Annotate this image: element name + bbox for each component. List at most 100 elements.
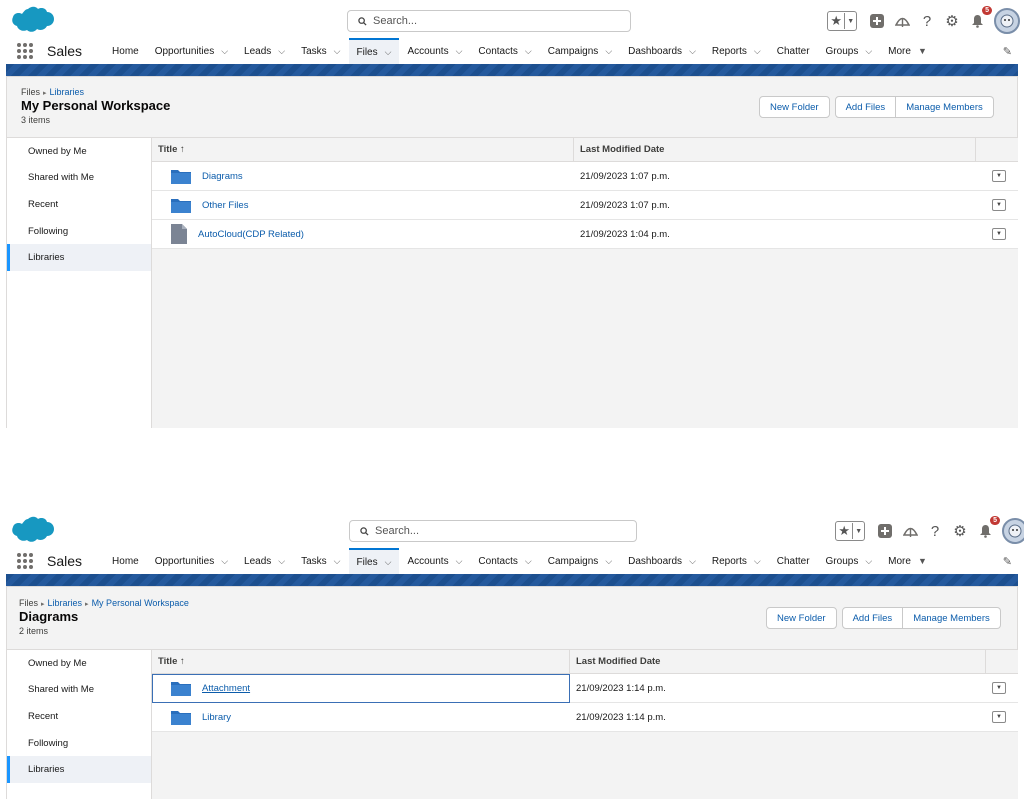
breadcrumb-my-personal-workspace[interactable]: My Personal Workspace: [92, 598, 189, 608]
last-modified-date: 21/09/2023 1:14 p.m.: [576, 711, 666, 723]
favorites-button[interactable]: ★ ▼: [835, 521, 865, 541]
app-launcher-icon[interactable]: [15, 551, 35, 571]
file-link[interactable]: Diagrams: [202, 171, 243, 182]
table-row[interactable]: Library 21/09/2023 1:14 p.m. ▼: [152, 703, 1018, 732]
favorites-button[interactable]: ★ ▼: [827, 11, 857, 31]
decorative-banner: [6, 64, 1018, 76]
table-row[interactable]: Diagrams 21/09/2023 1:07 p.m. ▼: [152, 162, 1018, 191]
notifications-bell-icon[interactable]: 5: [966, 6, 992, 32]
sidebar-item-recent[interactable]: Recent: [7, 703, 151, 730]
nav-item-campaigns[interactable]: Campaigns ⌵: [540, 548, 620, 574]
nav-item-tasks[interactable]: Tasks ⌵: [293, 548, 348, 574]
sidebar-item-following[interactable]: Following: [7, 218, 151, 245]
folder-icon: [171, 198, 191, 213]
global-search-input[interactable]: Search...: [347, 10, 631, 32]
nav-item-more[interactable]: More ▼: [880, 38, 935, 64]
salesforce-logo-icon[interactable]: [10, 6, 54, 36]
sidebar-item-recent[interactable]: Recent: [7, 191, 151, 218]
help-icon[interactable]: ?: [924, 520, 946, 542]
nav-item-contacts[interactable]: Contacts ⌵: [470, 38, 539, 64]
sidebar-item-following[interactable]: Following: [7, 730, 151, 757]
nav-item-campaigns[interactable]: Campaigns ⌵: [540, 38, 620, 64]
avatar[interactable]: [1002, 518, 1024, 544]
sidebar-item-shared-with-me[interactable]: Shared with Me: [7, 165, 151, 192]
file-link[interactable]: Attachment: [202, 683, 250, 694]
notifications-bell-icon[interactable]: 5: [974, 516, 1000, 542]
nav-item-opportunities[interactable]: Opportunities ⌵: [147, 38, 236, 64]
nav-item-contacts[interactable]: Contacts ⌵: [470, 548, 539, 574]
nav-item-opportunities[interactable]: Opportunities ⌵: [147, 548, 236, 574]
manage-members-button[interactable]: Manage Members: [903, 607, 1001, 629]
new-folder-button[interactable]: New Folder: [759, 96, 830, 118]
sidebar-item-owned-by-me[interactable]: Owned by Me: [7, 650, 151, 677]
breadcrumb-files[interactable]: Files: [21, 87, 40, 97]
table-row[interactable]: Other Files 21/09/2023 1:07 p.m. ▼: [152, 191, 1018, 220]
nav-item-chatter[interactable]: Chatter: [769, 548, 818, 574]
nav-item-reports[interactable]: Reports ⌵: [704, 38, 769, 64]
nav-item-leads[interactable]: Leads ⌵: [236, 38, 293, 64]
add-files-button[interactable]: Add Files: [841, 607, 904, 629]
row-actions-dropdown-icon[interactable]: ▼: [992, 228, 1006, 240]
sidebar-item-libraries[interactable]: Libraries: [7, 756, 151, 783]
nav-item-files[interactable]: Files ⌵: [348, 548, 400, 574]
nav-item-accounts[interactable]: Accounts ⌵: [399, 548, 470, 574]
nav-item-home[interactable]: Home: [104, 38, 147, 64]
row-actions-dropdown-icon[interactable]: ▼: [992, 199, 1006, 211]
nav-item-dashboards[interactable]: Dashboards ⌵: [620, 38, 704, 64]
nav-item-chatter[interactable]: Chatter: [769, 38, 818, 64]
table-row[interactable]: AutoCloud(CDP Related) 21/09/2023 1:04 p…: [152, 220, 1018, 249]
table-header: Title ↑ Last Modified Date: [152, 138, 1018, 162]
trailhead-icon[interactable]: [891, 10, 913, 32]
sidebar-item-shared-with-me[interactable]: Shared with Me: [7, 677, 151, 704]
file-link[interactable]: AutoCloud(CDP Related): [198, 229, 304, 240]
nav-item-home[interactable]: Home: [104, 548, 147, 574]
header-actions: New Folder Add Files Manage Members: [766, 607, 1001, 629]
column-header-title[interactable]: Title ↑: [152, 650, 570, 673]
nav-item-tasks[interactable]: Tasks ⌵: [293, 38, 348, 64]
nav-item-groups[interactable]: Groups ⌵: [818, 548, 881, 574]
add-files-button[interactable]: Add Files: [834, 96, 897, 118]
global-create-icon[interactable]: [866, 10, 888, 32]
column-header-last-modified[interactable]: Last Modified Date: [574, 138, 976, 161]
row-actions-dropdown-icon[interactable]: ▼: [992, 170, 1006, 182]
nav-item-more[interactable]: More ▼: [880, 548, 935, 574]
global-search-input[interactable]: Search...: [349, 520, 637, 542]
file-link[interactable]: Library: [202, 712, 231, 723]
row-actions-dropdown-icon[interactable]: ▼: [992, 711, 1006, 723]
file-link[interactable]: Other Files: [202, 200, 248, 211]
nav-item-accounts[interactable]: Accounts ⌵: [399, 38, 470, 64]
nav-item-leads[interactable]: Leads ⌵: [236, 548, 293, 574]
gear-icon[interactable]: ⚙: [949, 520, 971, 542]
manage-members-button[interactable]: Manage Members: [896, 96, 994, 118]
breadcrumb-files[interactable]: Files: [19, 598, 38, 608]
gear-icon[interactable]: ⚙: [941, 10, 963, 32]
column-header-last-modified[interactable]: Last Modified Date: [570, 650, 986, 673]
avatar[interactable]: [994, 8, 1020, 34]
app-launcher-icon[interactable]: [15, 41, 35, 61]
sidebar-item-libraries[interactable]: Libraries: [7, 244, 151, 271]
nav-item-groups[interactable]: Groups ⌵: [818, 38, 881, 64]
screenshot-files-diagrams-folder: Search... ★ ▼ ? ⚙ 5 Sales Home Opportunit…: [0, 510, 1024, 799]
edit-nav-pencil-icon[interactable]: ✎: [1003, 45, 1012, 58]
nav-item-files[interactable]: Files ⌵: [348, 38, 400, 64]
column-header-title[interactable]: Title ↑: [152, 138, 574, 161]
breadcrumb: Files ▸ Libraries: [21, 87, 85, 97]
item-count: 3 items: [21, 115, 51, 125]
breadcrumb-libraries[interactable]: Libraries: [50, 87, 85, 97]
salesforce-logo-icon[interactable]: [10, 516, 54, 546]
row-actions-dropdown-icon[interactable]: ▼: [992, 682, 1006, 694]
edit-nav-pencil-icon[interactable]: ✎: [1003, 555, 1012, 568]
nav-item-reports[interactable]: Reports ⌵: [704, 548, 769, 574]
trailhead-icon[interactable]: [899, 520, 921, 542]
new-folder-button[interactable]: New Folder: [766, 607, 837, 629]
search-icon: [358, 16, 367, 26]
table-row-selected[interactable]: Attachment 21/09/2023 1:14 p.m. ▼: [152, 674, 1018, 703]
nav-item-dashboards[interactable]: Dashboards ⌵: [620, 548, 704, 574]
content-area: Owned by Me Shared with Me Recent Follow…: [6, 650, 1018, 799]
search-placeholder: Search...: [375, 525, 420, 537]
breadcrumb-libraries[interactable]: Libraries: [48, 598, 83, 608]
sidebar-item-owned-by-me[interactable]: Owned by Me: [7, 138, 151, 165]
breadcrumb: Files ▸ Libraries ▸ My Personal Workspace: [19, 598, 189, 608]
help-icon[interactable]: ?: [916, 10, 938, 32]
global-create-icon[interactable]: [874, 520, 896, 542]
